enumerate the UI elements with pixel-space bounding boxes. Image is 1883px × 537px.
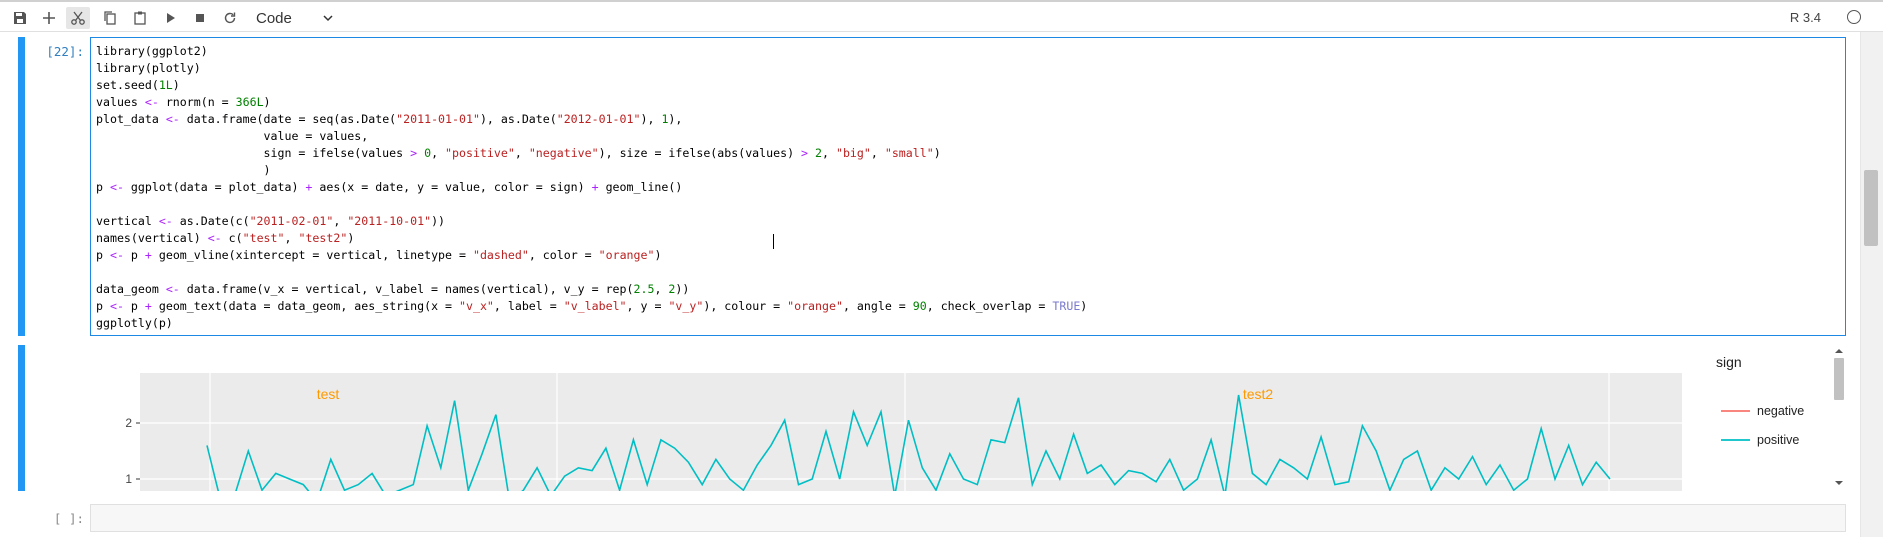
legend-item-label: positive — [1757, 433, 1799, 447]
copy-button[interactable] — [98, 7, 122, 29]
cut-button[interactable] — [66, 7, 90, 29]
cell-prompt: [22]: — [46, 44, 84, 59]
cell-selection-bar — [18, 37, 25, 336]
restart-button[interactable] — [218, 7, 242, 29]
output-scrollbar[interactable] — [1832, 345, 1846, 491]
code-line: vertical <- as.Date(c("2011-02-01", "201… — [96, 214, 446, 228]
run-icon — [167, 13, 175, 23]
stop-button[interactable] — [188, 7, 212, 29]
output-scroll-thumb[interactable] — [1834, 358, 1844, 400]
annotation-label: test — [317, 386, 340, 402]
scroll-down-icon — [1835, 481, 1843, 485]
empty-cell-prompt: [ ]: — [53, 511, 84, 526]
code-line: names(vertical) <- c("test", "test2") — [96, 231, 355, 245]
scroll-up-icon — [1835, 349, 1843, 353]
run-button[interactable] — [158, 7, 182, 29]
cell-output: 1 2 test test2 sign negative positive — [90, 345, 1846, 491]
page-scrollbar[interactable] — [1860, 32, 1883, 537]
notebook-toolbar: Code R 3.4 — [0, 0, 1883, 32]
code-line: value = values, — [96, 129, 369, 143]
code-line: plot_data <- data.frame(date = seq(as.Da… — [96, 112, 683, 126]
empty-code-editor[interactable] — [90, 504, 1846, 532]
page-scroll-thumb[interactable] — [1864, 170, 1878, 246]
code-line: p <- p + geom_vline(xintercept = vertica… — [96, 248, 662, 262]
output-selection-bar — [18, 345, 25, 491]
legend-item-label: negative — [1757, 404, 1804, 418]
stop-icon — [196, 14, 204, 22]
kernel-status-icon — [1847, 10, 1861, 24]
code-line: library(ggplot2) — [96, 44, 208, 58]
add-cell-icon — [43, 12, 55, 24]
kernel-name[interactable]: R 3.4 — [1790, 10, 1821, 25]
paste-icon — [134, 11, 146, 25]
text-cursor — [773, 234, 774, 249]
y-tick-label: 2 — [125, 416, 132, 430]
copy-icon — [104, 11, 116, 25]
code-line: values <- rnorm(n = 366L) — [96, 95, 271, 109]
code-editor[interactable]: library(ggplot2) library(plotly) set.seed(… — [90, 37, 1846, 336]
legend-title: sign — [1716, 354, 1742, 370]
save-icon — [14, 12, 26, 24]
code-line: p <- p + geom_text(data = data_geom, aes… — [96, 299, 1088, 313]
paste-button[interactable] — [128, 7, 152, 29]
cut-icon — [71, 11, 85, 25]
y-tick-label: 1 — [125, 472, 132, 486]
code-line: p <- ggplot(data = plot_data) + aes(x = … — [96, 180, 683, 194]
code-line: set.seed(1L) — [96, 78, 180, 92]
code-line: sign = ifelse(values > 0, "positive", "n… — [96, 146, 941, 160]
cell-type-value: Code — [256, 9, 292, 27]
code-line: data_geom <- data.frame(v_x = vertical, … — [96, 282, 690, 296]
code-line: ggplotly(p) — [96, 316, 173, 330]
code-line: library(plotly) — [96, 61, 201, 75]
plotly-chart[interactable]: 1 2 test test2 sign negative positive — [90, 345, 1846, 491]
chevron-down-icon — [323, 15, 333, 22]
cell-type-select[interactable]: Code — [248, 6, 338, 30]
add-cell-button[interactable] — [37, 7, 61, 29]
save-button[interactable] — [8, 7, 32, 29]
restart-icon — [224, 12, 236, 24]
annotation-label: test2 — [1243, 386, 1274, 402]
code-line: ) — [96, 163, 271, 177]
